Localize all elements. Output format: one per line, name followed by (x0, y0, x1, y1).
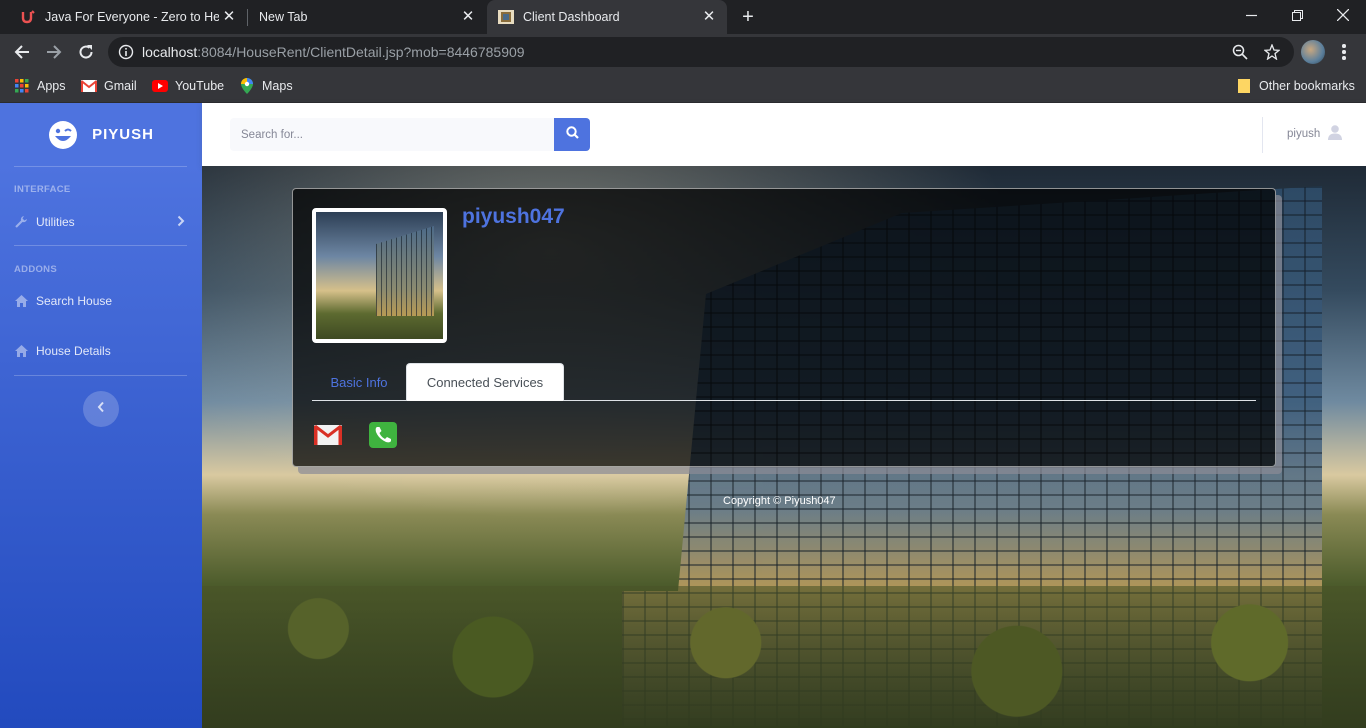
url-path: :8084/HouseRent/ClientDetail.jsp?mob=844… (197, 44, 525, 60)
udemy-icon (20, 9, 36, 25)
menu-kebab-icon[interactable] (1338, 42, 1350, 62)
profile-tabs: Basic Info Connected Services (312, 363, 1256, 401)
bookmark-label: Maps (262, 79, 293, 93)
bookmark-maps[interactable]: Maps (239, 77, 293, 95)
forward-arrow-icon[interactable] (42, 40, 66, 64)
info-icon[interactable] (118, 44, 134, 65)
browser-tabstrip: Java For Everyone - Zero to Hero ✕ New T… (0, 0, 1366, 34)
search-input[interactable] (230, 118, 554, 151)
sidebar-heading-addons: ADDONS (14, 264, 57, 275)
user-icon (1328, 125, 1343, 143)
bookmark-apps[interactable]: Apps (14, 77, 66, 95)
search-icon (565, 125, 579, 144)
background-trees-image (202, 586, 1366, 728)
sidebar-divider (14, 245, 187, 246)
tab-title: New Tab (259, 10, 308, 24)
topbar: piyush (202, 103, 1366, 166)
gmail-icon[interactable] (314, 424, 342, 447)
sidebar: PIYUSH INTERFACE Utilities ADDONS Search… (0, 103, 202, 728)
brand-name: PIYUSH (92, 126, 154, 143)
tab-connected-services[interactable]: Connected Services (406, 363, 564, 401)
browser-tab-java[interactable]: Java For Everyone - Zero to Hero ✕ (0, 0, 247, 34)
building-thumbnail-icon (498, 9, 514, 25)
restore-icon[interactable] (1274, 0, 1320, 30)
bookmark-label: Gmail (104, 79, 137, 93)
sidebar-divider (14, 166, 187, 167)
sidebar-heading-interface: INTERFACE (14, 184, 71, 195)
reload-icon[interactable] (74, 40, 98, 64)
chevron-left-icon (97, 400, 105, 418)
url-host: localhost (142, 44, 198, 60)
back-arrow-icon[interactable] (10, 40, 34, 64)
sidebar-item-utilities[interactable]: Utilities (14, 210, 187, 234)
profile-username: piyush047 (462, 205, 565, 228)
building-thumbnail (376, 226, 434, 316)
browser-tab-new[interactable]: New Tab ✕ (248, 0, 486, 34)
bookmark-other[interactable]: Other bookmarks (1236, 77, 1355, 95)
tab-title: Java For Everyone - Zero to Hero (45, 10, 219, 24)
bookmark-label: Other bookmarks (1259, 79, 1355, 93)
footer-copyright: Copyright © Piyush047 (723, 495, 836, 507)
chevron-right-icon (177, 215, 185, 230)
tab-basic-info[interactable]: Basic Info (312, 363, 406, 401)
wrench-icon (14, 215, 28, 229)
tab-title: Client Dashboard (523, 10, 620, 24)
phone-icon[interactable] (369, 422, 397, 448)
sidebar-item-search-house[interactable]: Search House (14, 289, 187, 313)
browser-toolbar: localhost:8084/HouseRent/ClientDetail.js… (0, 34, 1366, 70)
sidebar-toggle-button[interactable] (83, 391, 119, 427)
page: PIYUSH INTERFACE Utilities ADDONS Search… (0, 103, 1366, 728)
new-tab-button[interactable]: + (737, 6, 759, 28)
bookmark-label: Apps (37, 79, 66, 93)
topbar-divider (1262, 117, 1263, 153)
folder-icon (1236, 78, 1252, 94)
profile-card: piyush047 Basic Info Connected Services (292, 188, 1276, 467)
user-dropdown[interactable]: piyush (1287, 125, 1343, 143)
sidebar-item-label: House Details (36, 344, 111, 358)
laugh-wink-icon (48, 120, 78, 150)
gmail-icon (81, 78, 97, 94)
maps-icon (239, 78, 255, 94)
bookmark-gmail[interactable]: Gmail (81, 77, 137, 95)
content-area: piyush047 Basic Info Connected Services … (202, 166, 1366, 728)
zoom-icon[interactable] (1232, 44, 1248, 60)
close-icon[interactable]: ✕ (221, 9, 237, 25)
address-bar[interactable]: localhost:8084/HouseRent/ClientDetail.js… (108, 37, 1294, 67)
close-icon[interactable]: ✕ (460, 9, 476, 25)
sidebar-item-house-details[interactable]: House Details (14, 339, 187, 363)
bookmark-label: YouTube (175, 79, 225, 93)
search-button[interactable] (554, 118, 590, 151)
home-icon (14, 344, 28, 358)
profile-avatar[interactable] (1301, 40, 1325, 64)
star-icon[interactable] (1263, 43, 1281, 61)
sidebar-item-label: Search House (36, 294, 113, 308)
sidebar-item-label: Utilities (36, 215, 75, 229)
browser-tab-client-dashboard[interactable]: Client Dashboard ✕ (487, 0, 727, 34)
minimize-icon[interactable] (1228, 0, 1274, 30)
bookmark-youtube[interactable]: YouTube (152, 77, 224, 95)
url-text: localhost:8084/HouseRent/ClientDetail.js… (142, 44, 525, 60)
sidebar-divider (14, 375, 187, 376)
sidebar-brand[interactable]: PIYUSH (0, 103, 202, 166)
profile-photo (312, 208, 447, 343)
bookmarks-bar: Apps Gmail YouTube Maps Other bookmarks (0, 70, 1366, 103)
youtube-icon (152, 78, 168, 94)
apps-grid-icon (14, 78, 30, 94)
user-name: piyush (1287, 128, 1321, 140)
home-icon (14, 294, 28, 308)
window-close-icon[interactable] (1320, 0, 1366, 30)
close-icon[interactable]: ✕ (701, 9, 717, 25)
